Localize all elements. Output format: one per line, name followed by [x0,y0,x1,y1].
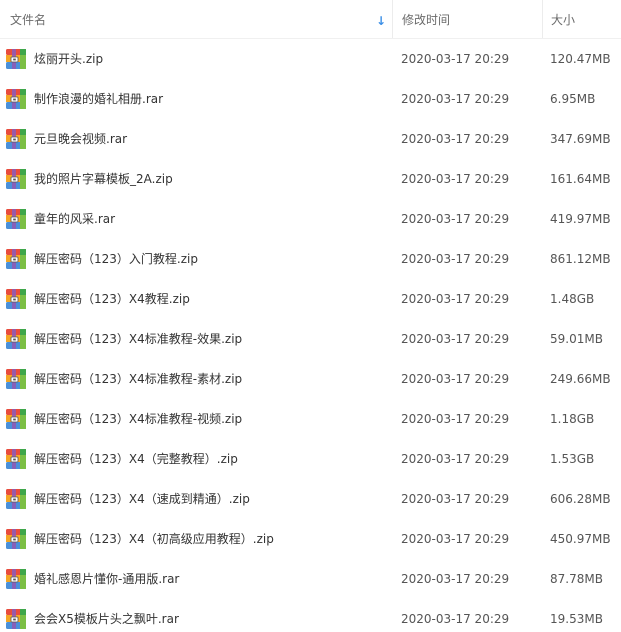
file-name: 解压密码（123）X4标准教程-视频.zip [34,412,243,426]
file-size: 1.48GB [550,292,595,306]
file-name: 会会X5模板片头之飘叶.rar [34,612,179,626]
archive-icon [6,529,26,549]
archive-icon [6,609,26,629]
file-row[interactable]: 童年的风采.rar 2020-03-17 20:29 419.97MB [0,199,621,239]
file-size: 450.97MB [550,532,611,546]
file-modified-date: 2020-03-17 20:29 [401,492,510,506]
file-row[interactable]: 元旦晚会视频.rar 2020-03-17 20:29 347.69MB [0,119,621,159]
file-name: 解压密码（123）X4（完整教程）.zip [34,452,238,466]
file-modified-date: 2020-03-17 20:29 [401,612,510,626]
file-size: 606.28MB [550,492,611,506]
file-row[interactable]: 会会X5模板片头之飘叶.rar 2020-03-17 20:29 19.53MB [0,599,621,632]
file-size: 59.01MB [550,332,603,346]
archive-icon [6,409,26,429]
file-name: 解压密码（123）X4标准教程-效果.zip [34,332,243,346]
column-header-date-label: 修改时间 [402,13,451,27]
file-row[interactable]: 炫丽开头.zip 2020-03-17 20:29 120.47MB [0,39,621,79]
file-row[interactable]: 婚礼感恩片懂你-通用版.rar 2020-03-17 20:29 87.78MB [0,559,621,599]
file-name: 婚礼感恩片懂你-通用版.rar [34,572,180,586]
list-header: 文件名 ↓ 修改时间 大小 [0,0,621,39]
file-size: 347.69MB [550,132,611,146]
file-size: 87.78MB [550,572,603,586]
file-row[interactable]: 制作浪漫的婚礼相册.rar 2020-03-17 20:29 6.95MB [0,79,621,119]
archive-icon [6,449,26,469]
archive-icon [6,569,26,589]
file-name: 解压密码（123）X4教程.zip [34,292,190,306]
file-modified-date: 2020-03-17 20:29 [401,212,510,226]
file-modified-date: 2020-03-17 20:29 [401,132,510,146]
file-size: 6.95MB [550,92,596,106]
file-size: 1.18GB [550,412,595,426]
archive-icon [6,489,26,509]
file-modified-date: 2020-03-17 20:29 [401,532,510,546]
file-name: 解压密码（123）X4（速成到精通）.zip [34,492,250,506]
archive-icon [6,329,26,349]
file-size: 161.64MB [550,172,611,186]
column-header-name[interactable]: 文件名 ↓ [0,0,392,38]
column-header-size-label: 大小 [551,13,576,27]
archive-icon [6,129,26,149]
file-row[interactable]: 解压密码（123）X4（初高级应用教程）.zip 2020-03-17 20:2… [0,519,621,559]
file-list: 文件名 ↓ 修改时间 大小 炫丽开头.zip 2020-03-17 20:29 … [0,0,621,632]
column-header-name-label: 文件名 [10,13,47,27]
file-modified-date: 2020-03-17 20:29 [401,252,510,266]
column-header-date[interactable]: 修改时间 [392,0,542,38]
file-modified-date: 2020-03-17 20:29 [401,332,510,346]
file-size: 861.12MB [550,252,611,266]
file-name: 我的照片字幕模板_2A.zip [34,172,173,186]
archive-icon [6,289,26,309]
file-row[interactable]: 解压密码（123）X4（速成到精通）.zip 2020-03-17 20:29 … [0,479,621,519]
archive-icon [6,49,26,69]
file-size: 1.53GB [550,452,595,466]
file-modified-date: 2020-03-17 20:29 [401,452,510,466]
file-size: 249.66MB [550,372,611,386]
file-modified-date: 2020-03-17 20:29 [401,52,510,66]
file-rows: 炫丽开头.zip 2020-03-17 20:29 120.47MB 制作浪漫的… [0,39,621,632]
file-size: 19.53MB [550,612,603,626]
file-name: 解压密码（123）入门教程.zip [34,252,198,266]
file-name: 炫丽开头.zip [34,52,104,66]
file-modified-date: 2020-03-17 20:29 [401,372,510,386]
file-row[interactable]: 解压密码（123）X4标准教程-效果.zip 2020-03-17 20:29 … [0,319,621,359]
file-row[interactable]: 解压密码（123）X4（完整教程）.zip 2020-03-17 20:29 1… [0,439,621,479]
file-modified-date: 2020-03-17 20:29 [401,292,510,306]
file-row[interactable]: 解压密码（123）X4标准教程-素材.zip 2020-03-17 20:29 … [0,359,621,399]
archive-icon [6,169,26,189]
archive-icon [6,249,26,269]
archive-icon [6,369,26,389]
archive-icon [6,209,26,229]
file-name: 解压密码（123）X4（初高级应用教程）.zip [34,532,274,546]
file-name: 解压密码（123）X4标准教程-素材.zip [34,372,243,386]
file-modified-date: 2020-03-17 20:29 [401,572,510,586]
file-modified-date: 2020-03-17 20:29 [401,172,510,186]
file-modified-date: 2020-03-17 20:29 [401,412,510,426]
file-row[interactable]: 解压密码（123）入门教程.zip 2020-03-17 20:29 861.1… [0,239,621,279]
column-header-size[interactable]: 大小 [542,0,621,38]
file-size: 120.47MB [550,52,611,66]
file-modified-date: 2020-03-17 20:29 [401,92,510,106]
sort-descending-icon[interactable]: ↓ [376,0,386,42]
file-row[interactable]: 我的照片字幕模板_2A.zip 2020-03-17 20:29 161.64M… [0,159,621,199]
file-name: 童年的风采.rar [34,212,116,226]
file-name: 制作浪漫的婚礼相册.rar [34,92,164,106]
file-name: 元旦晚会视频.rar [34,132,128,146]
file-row[interactable]: 解压密码（123）X4标准教程-视频.zip 2020-03-17 20:29 … [0,399,621,439]
file-row[interactable]: 解压密码（123）X4教程.zip 2020-03-17 20:29 1.48G… [0,279,621,319]
file-size: 419.97MB [550,212,611,226]
archive-icon [6,89,26,109]
